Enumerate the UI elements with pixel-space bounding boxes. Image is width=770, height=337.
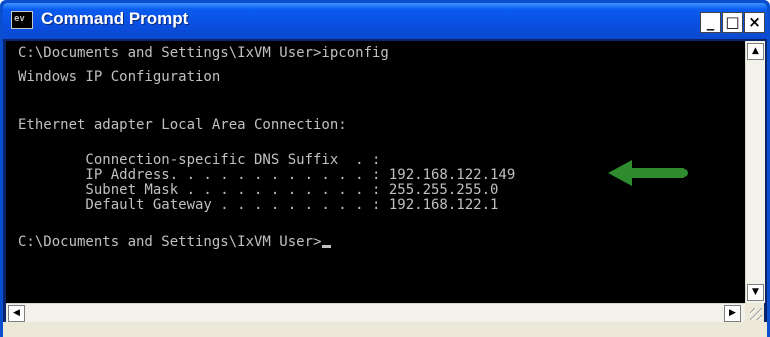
command-line-ipconfig: C:\Documents and Settings\IxVM User>ipco… [18,45,389,61]
output-line-default-gateway: Default Gateway . . . . . . . . . : 192.… [18,197,499,213]
output-line-header: Windows IP Configuration [18,69,221,85]
title-bar[interactable]: ev Command Prompt _ □ × [3,3,767,39]
maximize-button[interactable]: □ [722,12,743,33]
scroll-up-button[interactable]: ▲ [747,43,764,60]
close-button[interactable]: × [744,12,765,33]
prompt-line: C:\Documents and Settings\IxVM User> [18,234,332,250]
green-arrow-icon [608,160,688,186]
horizontal-scrollbar[interactable]: ◀ ▶ [6,303,745,323]
scroll-right-button[interactable]: ▶ [724,305,741,322]
console-app-icon[interactable]: ev [11,11,33,29]
output-line-subnet-mask: Subnet Mask . . . . . . . . . . . : 255.… [18,182,499,198]
resize-grip-icon [750,308,762,320]
scroll-down-button[interactable]: ▼ [747,284,764,301]
command-prompt-window: ev Command Prompt _ □ × C:\Documents and… [0,0,770,337]
vertical-scrollbar[interactable]: ▲ ▼ [745,41,765,303]
minimize-button[interactable]: _ [700,12,721,33]
output-line-dns-suffix: Connection-specific DNS Suffix . : [18,152,381,168]
prompt-text: C:\Documents and Settings\IxVM User> [18,234,322,250]
output-line-adapter: Ethernet adapter Local Area Connection: [18,117,347,133]
resize-grip[interactable] [745,303,764,322]
scroll-left-button[interactable]: ◀ [8,305,25,322]
output-line-ip-address: IP Address. . . . . . . . . . . . : 192.… [18,167,516,183]
text-cursor [322,245,332,248]
window-title: Command Prompt [41,9,189,28]
window-bottom-frame [3,322,767,337]
